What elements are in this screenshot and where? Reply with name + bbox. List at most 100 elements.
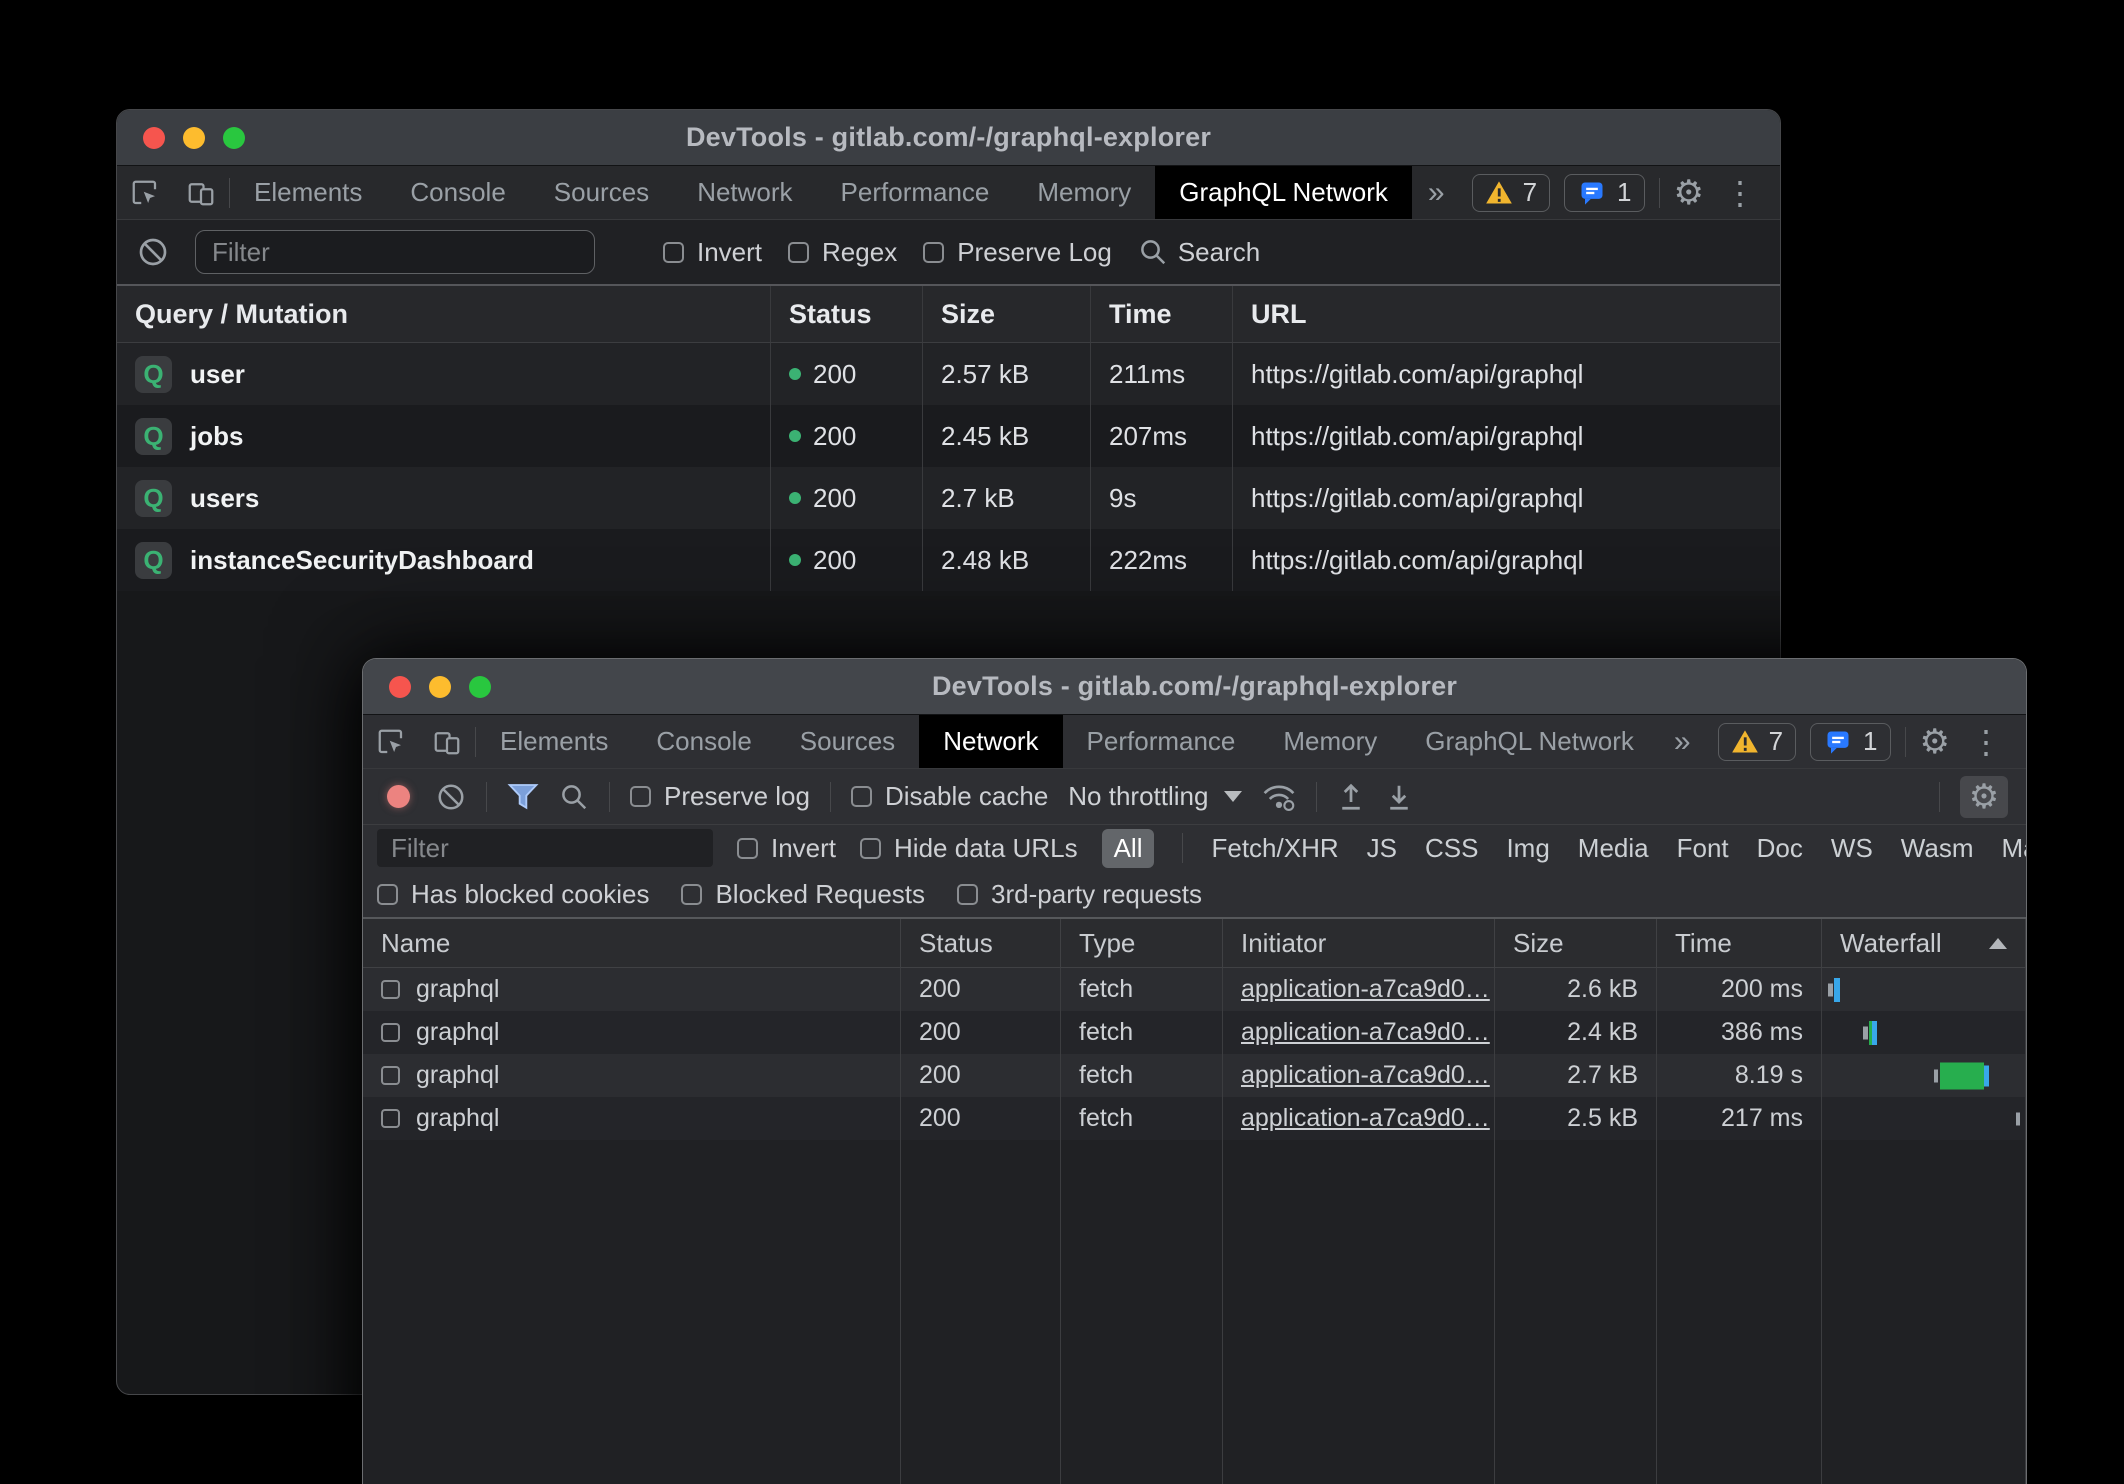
clear-icon[interactable]	[436, 782, 466, 812]
settings-gear-icon[interactable]: ⚙	[1674, 176, 1704, 210]
titlebar[interactable]: DevTools - gitlab.com/-/graphql-explorer	[363, 659, 2026, 715]
status-ok-icon	[789, 368, 801, 380]
initiator-link[interactable]: application-a7ca9d0…	[1241, 1061, 1490, 1090]
tab-network[interactable]: Network	[673, 166, 816, 219]
table-row[interactable]: graphql 200 fetch application-a7ca9d0… 2…	[363, 1054, 2026, 1097]
search-toggle[interactable]: Search	[1138, 237, 1260, 268]
table-row[interactable]: QinstanceSecurityDashboard 200 2.48 kB 2…	[117, 529, 1780, 591]
filter-chip-fetch-xhr[interactable]: Fetch/XHR	[1211, 833, 1338, 864]
tab-sources[interactable]: Sources	[776, 715, 919, 768]
invert-checkbox[interactable]: Invert	[663, 237, 762, 268]
kebab-menu-icon[interactable]: ⋮	[1718, 177, 1762, 209]
table-row[interactable]: Quser 200 2.57 kB 211ms https://gitlab.c…	[117, 343, 1780, 405]
col-initiator[interactable]: Initiator	[1223, 919, 1495, 967]
filter-chip-img[interactable]: Img	[1506, 833, 1549, 864]
col-status[interactable]: Status	[771, 286, 923, 342]
col-query-mutation[interactable]: Query / Mutation	[117, 286, 771, 342]
col-name[interactable]: Name	[363, 919, 901, 967]
has-blocked-cookies-checkbox[interactable]: Has blocked cookies	[377, 879, 649, 910]
preserve-log-checkbox[interactable]: Preserve log	[630, 781, 810, 812]
table-row[interactable]: Qjobs 200 2.45 kB 207ms https://gitlab.c…	[117, 405, 1780, 467]
filter-chip-js[interactable]: JS	[1367, 833, 1397, 864]
kebab-menu-icon[interactable]: ⋮	[1964, 726, 2008, 758]
col-time[interactable]: Time	[1657, 919, 1822, 967]
filter-chip-manifest[interactable]: Manifest	[2002, 833, 2028, 864]
regex-checkbox[interactable]: Regex	[788, 237, 897, 268]
warnings-badge[interactable]: 7	[1472, 174, 1550, 212]
tab-sources[interactable]: Sources	[530, 166, 673, 219]
col-time[interactable]: Time	[1091, 286, 1233, 342]
col-status[interactable]: Status	[901, 919, 1061, 967]
row-checkbox[interactable]	[381, 980, 400, 999]
table-row[interactable]: Qusers 200 2.7 kB 9s https://gitlab.com/…	[117, 467, 1780, 529]
more-tabs-icon[interactable]: »	[1658, 715, 1707, 768]
filter-funnel-icon[interactable]	[507, 782, 539, 812]
filter-input[interactable]	[195, 230, 595, 274]
inspect-element-icon[interactable]	[117, 166, 173, 219]
filter-chip-css[interactable]: CSS	[1425, 833, 1478, 864]
issues-badge[interactable]: 1	[1564, 174, 1644, 212]
warnings-badge[interactable]: 7	[1718, 723, 1796, 761]
initiator-link[interactable]: application-a7ca9d0…	[1241, 1018, 1490, 1047]
tab-performance[interactable]: Performance	[817, 166, 1014, 219]
preserve-log-checkbox[interactable]: Preserve Log	[923, 237, 1112, 268]
minimize-window-button[interactable]	[183, 127, 205, 149]
blocked-requests-checkbox[interactable]: Blocked Requests	[681, 879, 925, 910]
initiator-link[interactable]: application-a7ca9d0…	[1241, 1104, 1490, 1133]
hide-data-urls-checkbox[interactable]: Hide data URLs	[860, 833, 1078, 864]
col-size[interactable]: Size	[1495, 919, 1657, 967]
table-row[interactable]: graphql 200 fetch application-a7ca9d0… 2…	[363, 1097, 2026, 1140]
col-type[interactable]: Type	[1061, 919, 1223, 967]
settings-gear-icon[interactable]: ⚙	[1920, 725, 1950, 759]
row-checkbox[interactable]	[381, 1066, 400, 1085]
row-checkbox[interactable]	[381, 1023, 400, 1042]
col-waterfall[interactable]: Waterfall	[1822, 919, 2026, 967]
export-har-icon[interactable]	[1385, 782, 1413, 812]
filter-chip-ws[interactable]: WS	[1831, 833, 1873, 864]
filter-input[interactable]	[377, 829, 713, 867]
import-har-icon[interactable]	[1337, 782, 1365, 812]
close-window-button[interactable]	[389, 676, 411, 698]
tab-network[interactable]: Network	[919, 715, 1062, 768]
filter-chip-doc[interactable]: Doc	[1757, 833, 1803, 864]
tab-graphql-network[interactable]: GraphQL Network	[1155, 166, 1412, 219]
zoom-window-button[interactable]	[469, 676, 491, 698]
invert-checkbox[interactable]: Invert	[737, 833, 836, 864]
record-button[interactable]	[387, 785, 410, 808]
filter-chip-all[interactable]: All	[1102, 829, 1155, 868]
tab-performance[interactable]: Performance	[1063, 715, 1260, 768]
col-size[interactable]: Size	[923, 286, 1091, 342]
zoom-window-button[interactable]	[223, 127, 245, 149]
filter-chip-media[interactable]: Media	[1578, 833, 1649, 864]
filter-chip-wasm[interactable]: Wasm	[1901, 833, 1974, 864]
titlebar[interactable]: DevTools - gitlab.com/-/graphql-explorer	[117, 110, 1780, 166]
col-url[interactable]: URL	[1233, 286, 1780, 342]
network-conditions-icon[interactable]	[1262, 782, 1296, 812]
tab-memory[interactable]: Memory	[1259, 715, 1401, 768]
throttling-select[interactable]: No throttling	[1068, 781, 1242, 812]
inspect-element-icon[interactable]	[363, 715, 419, 768]
initiator-link[interactable]: application-a7ca9d0…	[1241, 975, 1490, 1004]
minimize-window-button[interactable]	[429, 676, 451, 698]
device-toolbar-icon[interactable]	[419, 715, 475, 768]
table-row[interactable]: graphql 200 fetch application-a7ca9d0… 2…	[363, 1011, 2026, 1054]
tab-graphql-network[interactable]: GraphQL Network	[1401, 715, 1658, 768]
filter-chip-font[interactable]: Font	[1677, 833, 1729, 864]
search-icon[interactable]	[559, 782, 589, 812]
disable-cache-checkbox[interactable]: Disable cache	[851, 781, 1048, 812]
device-toolbar-icon[interactable]	[173, 166, 229, 219]
third-party-requests-checkbox[interactable]: 3rd-party requests	[957, 879, 1202, 910]
issues-badge[interactable]: 1	[1810, 723, 1890, 761]
network-settings-button[interactable]: ⚙	[1960, 776, 2008, 818]
tab-memory[interactable]: Memory	[1013, 166, 1155, 219]
tab-elements[interactable]: Elements	[230, 166, 386, 219]
more-tabs-icon[interactable]: »	[1412, 166, 1461, 219]
row-checkbox[interactable]	[381, 1109, 400, 1128]
tab-console[interactable]: Console	[632, 715, 775, 768]
table-row[interactable]: graphql 200 fetch application-a7ca9d0… 2…	[363, 968, 2026, 1011]
tab-elements[interactable]: Elements	[476, 715, 632, 768]
close-window-button[interactable]	[143, 127, 165, 149]
time-value: 222ms	[1091, 529, 1233, 591]
tab-console[interactable]: Console	[386, 166, 529, 219]
clear-icon[interactable]	[137, 236, 169, 268]
